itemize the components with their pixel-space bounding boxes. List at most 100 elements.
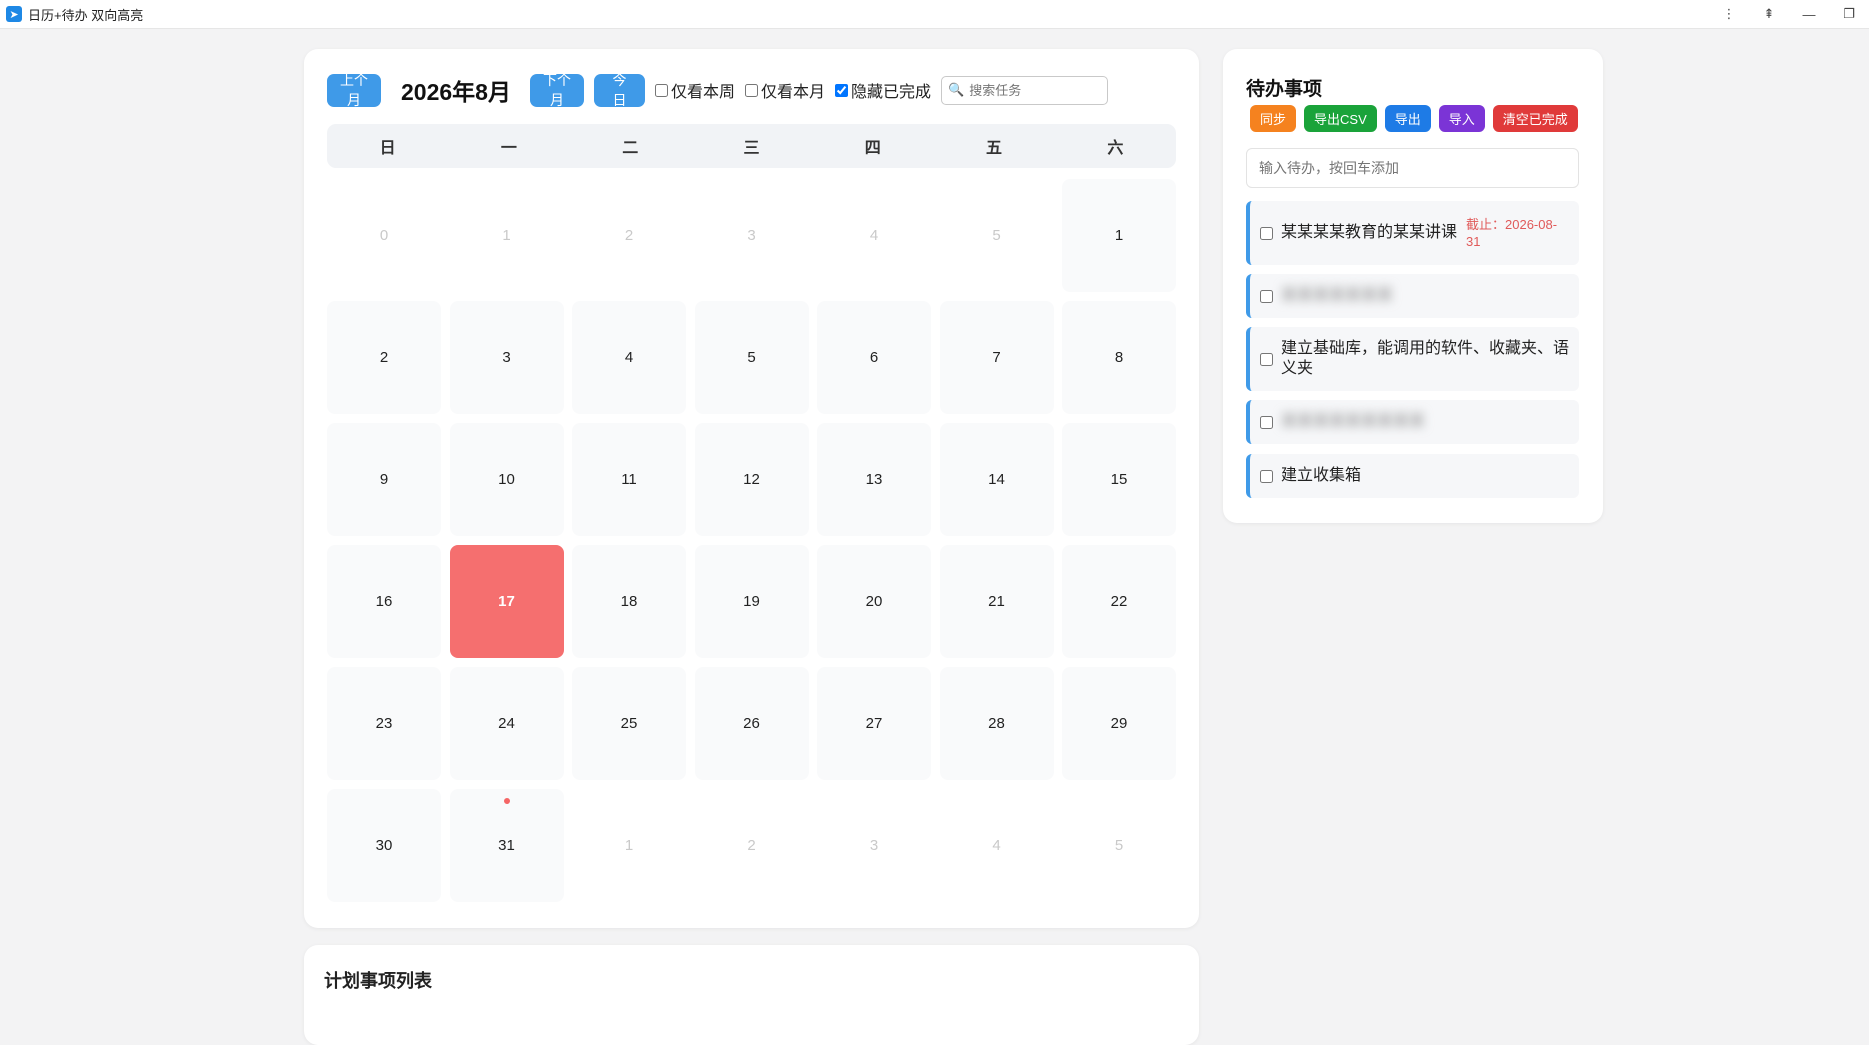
day-cell[interactable]: 12 (694, 423, 809, 536)
day-cell-other-month[interactable]: 0 (327, 179, 441, 292)
day-cell[interactable]: 15 (1062, 423, 1176, 536)
day-cell[interactable]: 10 (449, 423, 564, 536)
filter-this-month[interactable]: 仅看本月 (744, 78, 825, 102)
day-cell[interactable]: 20 (817, 545, 931, 658)
day-number: 3 (747, 227, 756, 244)
day-cell[interactable]: 19 (694, 545, 809, 658)
filter-hide-completed[interactable]: 隐藏已完成 (835, 78, 931, 102)
todo-item[interactable]: 某某某某某某某 (1246, 274, 1579, 318)
import-button[interactable]: 导入 (1438, 105, 1485, 132)
day-number: 1 (1114, 227, 1124, 244)
day-number: 9 (379, 471, 389, 488)
todo-actions: 同步 导出CSV 导出 导入 清空已完成 (1250, 105, 1586, 132)
filter-hide-completed-checkbox[interactable] (835, 83, 848, 97)
day-cell[interactable]: 13 (817, 423, 931, 536)
search-icon: 🔍 (948, 82, 965, 97)
day-number: 10 (498, 471, 515, 488)
weekday-header: 日 一 二 三 四 五 六 (327, 124, 1176, 168)
day-number: 1 (624, 837, 634, 854)
day-cell[interactable]: 7 (939, 301, 1054, 414)
todo-checkbox[interactable] (1260, 352, 1273, 366)
day-cell[interactable]: 4 (572, 301, 686, 414)
app-logo-icon: ➤ (6, 6, 22, 22)
todo-checkbox[interactable] (1260, 415, 1273, 429)
filter-this-week-checkbox[interactable] (654, 83, 668, 97)
day-cell[interactable]: 11 (572, 423, 686, 536)
clear-completed-button[interactable]: 清空已完成 (1492, 105, 1578, 132)
export-csv-button[interactable]: 导出CSV (1304, 105, 1377, 132)
day-cell-other-month[interactable]: 5 (1062, 789, 1176, 902)
day-number: 25 (620, 715, 638, 732)
search-input[interactable] (969, 82, 1100, 98)
day-cell[interactable]: 16 (327, 545, 441, 658)
event-dot-indicator (503, 798, 510, 804)
minimize-icon[interactable]: — (1789, 0, 1829, 28)
calendar-grid: 0 1 2 3 4 5 1 2 3 4 5 6 7 8 9 10 11 12 13 14 15 16 17 18 19 20 21 2… (327, 179, 1176, 902)
day-cell[interactable]: 30 (327, 789, 441, 902)
day-cell[interactable]: 28 (939, 667, 1054, 780)
day-number: 3 (502, 349, 511, 366)
day-cell[interactable]: 31 (449, 789, 564, 902)
todo-checkbox[interactable] (1260, 289, 1273, 303)
day-cell[interactable]: 24 (449, 667, 564, 780)
todo-text: 某某某某教育的某某讲课 (1281, 224, 1458, 241)
todo-checkbox[interactable] (1260, 469, 1273, 483)
day-cell-other-month[interactable]: 2 (572, 179, 686, 292)
filter-this-week[interactable]: 仅看本周 (654, 78, 735, 102)
day-cell[interactable]: 2 (327, 301, 441, 414)
day-cell[interactable]: 6 (817, 301, 931, 414)
day-cell-other-month[interactable]: 4 (817, 179, 931, 292)
pin-icon[interactable]: ⇞ (1749, 0, 1789, 28)
todo-add-input[interactable] (1246, 148, 1579, 188)
todo-text: 某某某某某某某某某 (1281, 413, 1426, 430)
day-cell[interactable]: 26 (694, 667, 809, 780)
day-number: 1 (502, 227, 511, 244)
day-cell[interactable]: 22 (1062, 545, 1176, 658)
todo-checkbox[interactable] (1260, 226, 1273, 240)
plan-list-panel: 计划事项列表 (304, 945, 1199, 1045)
day-cell-today[interactable]: 17 (449, 545, 564, 658)
day-cell-other-month[interactable]: 3 (817, 789, 931, 902)
restore-icon[interactable]: ❐ (1829, 0, 1869, 28)
day-number: 26 (743, 715, 760, 732)
day-cell-other-month[interactable]: 1 (572, 789, 686, 902)
day-cell[interactable]: 3 (449, 301, 564, 414)
today-button[interactable]: 今日 (593, 72, 645, 108)
todo-item[interactable]: 建立收集箱 (1246, 454, 1579, 498)
day-cell[interactable]: 14 (939, 423, 1054, 536)
day-number: 18 (620, 593, 638, 610)
day-cell[interactable]: 21 (939, 545, 1054, 658)
day-cell[interactable]: 29 (1062, 667, 1176, 780)
todo-item[interactable]: 某某某某教育的某某讲课 截止：2026-08-31 (1246, 201, 1579, 265)
todo-item[interactable]: 建立基础库，能调用的软件、收藏夹、语义夹 (1246, 327, 1579, 391)
filter-this-month-checkbox[interactable] (744, 83, 758, 97)
next-month-button[interactable]: 下个月 (529, 72, 584, 108)
export-button[interactable]: 导出 (1384, 105, 1431, 132)
day-cell[interactable]: 1 (1062, 179, 1176, 292)
day-cell-other-month[interactable]: 3 (695, 179, 809, 292)
day-number: 24 (498, 715, 515, 732)
sync-button[interactable]: 同步 (1250, 105, 1297, 132)
search-box[interactable]: 🔍 (941, 75, 1109, 105)
day-cell[interactable]: 23 (327, 667, 441, 780)
day-cell[interactable]: 18 (572, 545, 686, 658)
day-cell-other-month[interactable]: 1 (450, 179, 564, 292)
day-cell[interactable]: 8 (1062, 301, 1176, 414)
day-cell-other-month[interactable]: 5 (940, 179, 1054, 292)
todo-item[interactable]: 某某某某某某某某某 (1246, 400, 1579, 444)
day-cell[interactable]: 25 (572, 667, 686, 780)
prev-month-button[interactable]: 上个月 (327, 72, 381, 108)
day-cell[interactable]: 9 (327, 423, 441, 536)
day-number: 20 (865, 593, 883, 610)
weekday-label: 日 (379, 140, 396, 157)
day-number: 16 (375, 593, 393, 610)
day-cell-other-month[interactable]: 2 (695, 789, 809, 902)
day-cell-other-month[interactable]: 4 (940, 789, 1054, 902)
day-number: 28 (988, 715, 1005, 732)
day-cell[interactable]: 27 (817, 667, 931, 780)
calendar-toolbar: 上个月 2026年8月 下个月 今日 仅看本周 仅看本月 隐藏已完成 🔍 (327, 72, 1109, 108)
day-number: 23 (375, 715, 393, 732)
todo-text: 某某某某某某某 (1281, 287, 1394, 304)
day-cell[interactable]: 5 (694, 301, 809, 414)
more-menu-icon[interactable]: ⋮ (1709, 0, 1749, 28)
